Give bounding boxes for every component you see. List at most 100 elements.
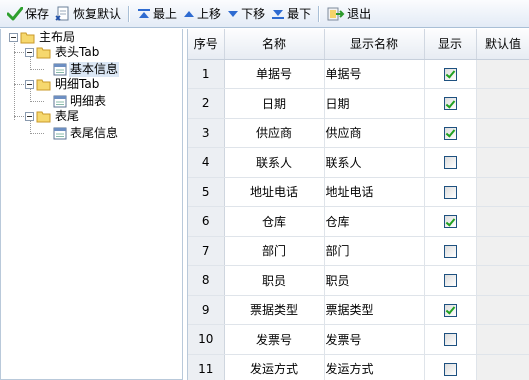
move-bottom-button[interactable]: 最下 — [268, 3, 314, 25]
tree-node-leaf[interactable]: 基本信息 — [53, 62, 120, 77]
show-checkbox[interactable] — [443, 215, 457, 229]
save-label: 保存 — [25, 7, 50, 21]
table-row[interactable]: 5 地址电话 地址电话 — [188, 177, 529, 207]
show-checkbox[interactable] — [443, 97, 457, 111]
tree-node-leaf[interactable]: 明细表 — [53, 94, 107, 109]
field-name-cell[interactable]: 职员 — [224, 265, 325, 296]
collapse-icon[interactable] — [25, 80, 34, 89]
exit-button[interactable]: 退出 — [324, 3, 374, 25]
display-name-cell[interactable]: 地址电话 — [324, 177, 425, 207]
table-row[interactable]: 3 供应商 供应商 — [188, 118, 529, 148]
table-row[interactable]: 2 日期 日期 — [188, 88, 529, 119]
field-name-cell[interactable]: 发运方式 — [224, 354, 325, 380]
collapse-icon[interactable] — [9, 33, 18, 42]
default-value-cell[interactable] — [476, 265, 529, 296]
show-cell[interactable] — [424, 88, 477, 119]
show-checkbox[interactable] — [443, 156, 457, 170]
default-value-cell[interactable] — [476, 324, 529, 355]
display-name-cell[interactable]: 仓库 — [324, 206, 425, 237]
show-cell[interactable] — [424, 118, 477, 148]
restore-default-button[interactable]: 恢复默认 — [52, 3, 124, 25]
display-name-cell[interactable]: 单据号 — [324, 59, 425, 89]
row-number: 4 — [188, 147, 225, 178]
move-up-button[interactable]: 上移 — [180, 3, 224, 25]
row-number: 7 — [188, 236, 225, 266]
show-cell[interactable] — [424, 324, 477, 355]
tree-node-group[interactable]: 表尾 — [25, 109, 80, 124]
tree-node-group[interactable]: 表头Tab — [25, 45, 100, 60]
display-name-cell[interactable]: 发运方式 — [324, 354, 425, 380]
default-value-cell[interactable] — [476, 354, 529, 380]
default-value-cell[interactable] — [476, 236, 529, 266]
show-checkbox[interactable] — [443, 185, 457, 199]
form-page-icon — [53, 127, 67, 140]
default-value-cell[interactable] — [476, 59, 529, 89]
display-name-cell[interactable]: 日期 — [324, 88, 425, 119]
default-value-cell[interactable] — [476, 118, 529, 148]
show-cell[interactable] — [424, 236, 477, 266]
column-header[interactable]: 显示 — [424, 29, 477, 60]
display-name-cell[interactable]: 发票号 — [324, 324, 425, 355]
collapse-icon[interactable] — [25, 48, 34, 57]
show-checkbox[interactable] — [443, 126, 457, 140]
show-checkbox[interactable] — [443, 67, 457, 81]
default-value-cell[interactable] — [476, 147, 529, 178]
show-cell[interactable] — [424, 354, 477, 380]
tree-node-leaf[interactable]: 表尾信息 — [53, 126, 119, 141]
table-row[interactable]: 4 联系人 联系人 — [188, 147, 529, 178]
field-name-cell[interactable]: 单据号 — [224, 59, 325, 89]
show-cell[interactable] — [424, 147, 477, 178]
move-top-button[interactable]: 最上 — [134, 3, 180, 25]
show-checkbox[interactable] — [443, 362, 457, 376]
move-down-label: 下移 — [241, 7, 266, 21]
field-name-cell[interactable]: 地址电话 — [224, 177, 325, 207]
table-row[interactable]: 1 单据号 单据号 — [188, 59, 529, 89]
field-name-cell[interactable]: 供应商 — [224, 118, 325, 148]
table-row[interactable]: 8 职员 职员 — [188, 265, 529, 296]
default-value-cell[interactable] — [476, 206, 529, 237]
row-number: 11 — [188, 354, 225, 380]
display-name-cell[interactable]: 联系人 — [324, 147, 425, 178]
tree-node-group[interactable]: 明细Tab — [25, 77, 100, 92]
table-row[interactable]: 10 发票号 发票号 — [188, 324, 529, 355]
default-value-cell[interactable] — [476, 177, 529, 207]
display-name-cell[interactable]: 票据类型 — [324, 295, 425, 325]
field-name-cell[interactable]: 联系人 — [224, 147, 325, 178]
table-row[interactable]: 9 票据类型 票据类型 — [188, 295, 529, 325]
default-value-cell[interactable] — [476, 88, 529, 119]
move-down-button[interactable]: 下移 — [224, 3, 268, 25]
show-checkbox[interactable] — [443, 274, 457, 288]
field-name-cell[interactable]: 发票号 — [224, 324, 325, 355]
default-value-cell[interactable] — [476, 295, 529, 325]
display-name-cell[interactable]: 供应商 — [324, 118, 425, 148]
row-number: 10 — [188, 324, 225, 355]
column-header[interactable]: 默认值 — [476, 29, 529, 60]
column-header[interactable]: 序号 — [188, 29, 225, 60]
field-name-cell[interactable]: 仓库 — [224, 206, 325, 237]
field-name-cell[interactable]: 票据类型 — [224, 295, 325, 325]
display-name-cell[interactable]: 部门 — [324, 236, 425, 266]
field-name-cell[interactable]: 部门 — [224, 236, 325, 266]
column-header[interactable]: 名称 — [224, 29, 325, 60]
form-page-icon — [53, 95, 67, 108]
show-cell[interactable] — [424, 59, 477, 89]
table-row[interactable]: 7 部门 部门 — [188, 236, 529, 266]
collapse-icon[interactable] — [25, 112, 34, 121]
show-checkbox[interactable] — [443, 303, 457, 317]
field-name-cell[interactable]: 日期 — [224, 88, 325, 119]
save-button[interactable]: 保存 — [4, 3, 52, 25]
row-number: 2 — [188, 88, 225, 119]
show-cell[interactable] — [424, 177, 477, 207]
move-top-label: 最上 — [153, 7, 178, 21]
column-header[interactable]: 显示名称 — [324, 29, 425, 60]
show-checkbox[interactable] — [443, 333, 457, 347]
table-row[interactable]: 11 发运方式 发运方式 — [188, 354, 529, 380]
display-name-cell[interactable]: 职员 — [324, 265, 425, 296]
tree-node-root[interactable]: 主布局 — [9, 30, 76, 45]
show-cell[interactable] — [424, 206, 477, 237]
table-row[interactable]: 6 仓库 仓库 — [188, 206, 529, 237]
show-checkbox[interactable] — [443, 244, 457, 258]
tree-node-label: 明细Tab — [55, 77, 100, 91]
show-cell[interactable] — [424, 295, 477, 325]
show-cell[interactable] — [424, 265, 477, 296]
